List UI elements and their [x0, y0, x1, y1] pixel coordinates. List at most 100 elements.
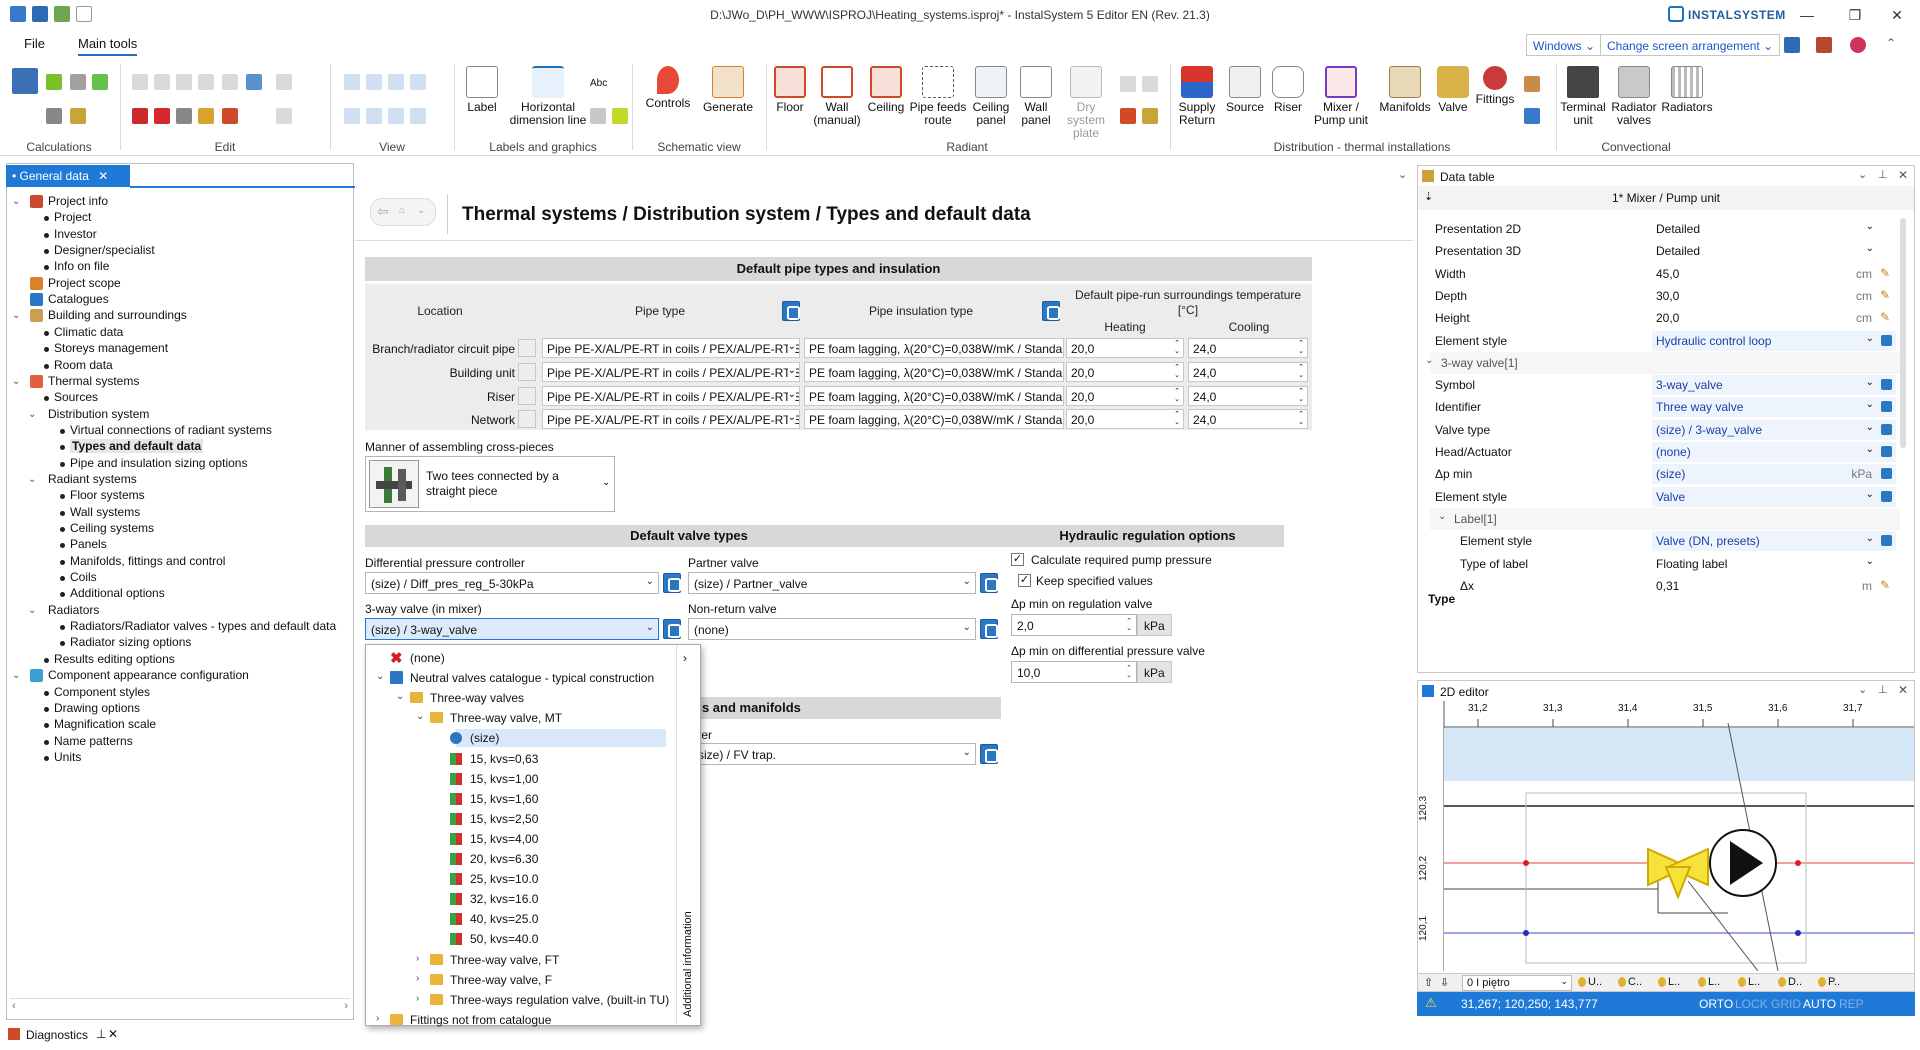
data-table-value-cell[interactable]: Detailed ⌄: [1652, 241, 1896, 261]
radiators-button[interactable]: Radiators: [1660, 66, 1714, 114]
tree-toggle-icon[interactable]: ›: [416, 953, 419, 964]
spinner-icon[interactable]: ⌃ ⌄: [1298, 340, 1304, 356]
zoom-next-icon[interactable]: [388, 108, 404, 124]
catalogue-icon[interactable]: [1881, 446, 1892, 457]
data-table-value-cell[interactable]: 3-way_valve ⌄: [1652, 375, 1896, 396]
tabs-dropdown-icon[interactable]: ⌄: [1398, 168, 1407, 181]
calc-table-icon[interactable]: [12, 68, 38, 94]
data-table-row[interactable]: Head/Actuator (none) ⌄: [1430, 441, 1900, 463]
floor-button[interactable]: Floor: [768, 66, 812, 114]
chevron-down-icon[interactable]: ⌄: [1866, 444, 1874, 455]
tree-toggle-icon[interactable]: ⌄: [12, 376, 20, 387]
data-table-value-cell[interactable]: 30,0 cm ✎: [1652, 286, 1896, 306]
home-icon[interactable]: ⌂: [399, 205, 405, 216]
popup-item[interactable]: Three-way valve, FT: [450, 953, 559, 967]
warning-icon[interactable]: ⚠: [1425, 995, 1437, 1011]
data-table-row[interactable]: Valve type (size) / 3-way_valve ⌄: [1430, 419, 1900, 441]
data-table-row[interactable]: ⌄ Label[1]: [1430, 507, 1900, 530]
tree-item[interactable]: Virtual connections of radiant systems: [70, 423, 272, 437]
tree-toggle-icon[interactable]: ⌄: [28, 409, 36, 420]
chevron-down-icon[interactable]: ⌄: [1866, 489, 1874, 500]
rotate-icon[interactable]: [176, 108, 192, 124]
catalogue-icon[interactable]: [1881, 334, 1892, 346]
diagnostics-pin-icon[interactable]: ⊥: [96, 1027, 106, 1041]
popup-item[interactable]: 15, kvs=1,60: [470, 792, 538, 806]
group-select-icon[interactable]: [276, 108, 292, 124]
minimize-button[interactable]: —: [1790, 4, 1824, 26]
tree-toggle-icon[interactable]: ⌄: [28, 474, 36, 485]
catalogue-icon[interactable]: [1881, 490, 1892, 502]
zoom-in-icon[interactable]: [344, 74, 360, 90]
tree-toggle-icon[interactable]: ›: [376, 1013, 379, 1024]
cut-icon[interactable]: [132, 108, 148, 124]
tree-item[interactable]: Coils: [70, 570, 97, 584]
dpc-select[interactable]: (size) / Diff_pres_reg_5-30kPa ⌄: [365, 572, 659, 594]
popup-item[interactable]: Three-way valve, F: [450, 973, 552, 987]
tree-item[interactable]: Manifolds, fittings and control: [70, 554, 225, 568]
tree-item[interactable]: Climatic data: [54, 325, 123, 339]
tree-item[interactable]: Radiators: [48, 603, 99, 617]
threeway-catalogue-icon[interactable]: [663, 619, 681, 639]
tree-item[interactable]: Investor: [54, 227, 97, 241]
grid-toggle[interactable]: GRID: [1771, 997, 1801, 1011]
panel-menu-icon[interactable]: ⌄: [1858, 168, 1867, 181]
tree-item[interactable]: Designer/specialist: [54, 243, 155, 257]
ceiling-panel-button[interactable]: Ceiling panel: [968, 66, 1014, 127]
pipe-feeds-button[interactable]: Pipe feeds route: [908, 66, 968, 127]
table-icon[interactable]: [590, 108, 606, 124]
filter-select[interactable]: (size) / FV trap. ⌄: [688, 743, 976, 765]
restore-button[interactable]: ❐: [1838, 4, 1872, 26]
storey-up-icon[interactable]: ⇧: [1424, 976, 1433, 989]
terminal-unit-button[interactable]: Terminal unit: [1558, 66, 1608, 127]
chevron-down-icon[interactable]: ⌄: [1866, 243, 1874, 254]
distribution-tool-a-icon[interactable]: [1524, 76, 1540, 92]
move-icon[interactable]: [222, 74, 238, 90]
popup-item[interactable]: Three-way valve, MT: [450, 711, 562, 725]
data-table-row[interactable]: Type of label Floating label ⌄: [1430, 553, 1900, 575]
data-table-row[interactable]: Symbol 3-way_valve ⌄: [1430, 374, 1900, 396]
partner-select[interactable]: (size) / Partner_valve ⌄: [688, 572, 976, 594]
editor-pin-icon[interactable]: ⊥: [1878, 683, 1888, 696]
editor-tool-item[interactable]: L..: [1748, 976, 1760, 988]
back-forward-buttons[interactable]: ⇦ ⌂ ⌄: [370, 198, 436, 226]
drawing-canvas[interactable]: [1418, 701, 1914, 971]
editor-tool-item[interactable]: U..: [1588, 976, 1602, 988]
delete-icon[interactable]: [154, 108, 170, 124]
data-table-value-cell[interactable]: Three way valve ⌄: [1652, 397, 1896, 418]
storey-down-icon[interactable]: ⇩: [1440, 976, 1449, 989]
pipe-type-select[interactable]: Pipe PE-X/AL/PE-RT in coils / PEX/AL/PE-…: [542, 409, 800, 430]
distribution-tool-b-icon[interactable]: [1524, 108, 1540, 124]
data-table-value-cell[interactable]: 20,0 cm ✎: [1652, 308, 1896, 328]
pipe-type-select[interactable]: Pipe PE-X/AL/PE-RT in coils / PEX/AL/PE-…: [542, 385, 800, 406]
catalogue-icon[interactable]: [1881, 468, 1892, 480]
generate-button[interactable]: Generate: [698, 66, 758, 114]
paste-icon[interactable]: [154, 74, 170, 90]
chevron-down-icon[interactable]: ⌄: [1866, 221, 1874, 232]
tree-toggle-icon[interactable]: ›: [416, 993, 419, 1004]
pan-icon[interactable]: [344, 108, 360, 124]
tree-item[interactable]: Radiator sizing options: [70, 635, 191, 649]
close-window-button[interactable]: ✕: [1880, 4, 1914, 26]
row-edit-icon[interactable]: [518, 410, 536, 429]
tree-toggle-icon[interactable]: ⌄: [28, 605, 36, 616]
dpc-catalogue-icon[interactable]: [663, 573, 681, 593]
data-table-value-cell[interactable]: (size) / 3-way_valve ⌄: [1652, 419, 1896, 440]
radiant-tool-b-icon[interactable]: [1142, 76, 1158, 92]
undo-icon[interactable]: [176, 74, 192, 90]
crosspieces-select[interactable]: Two tees connected by a straight piece ⌄: [365, 456, 615, 512]
close-tab-icon[interactable]: ✕: [98, 169, 108, 183]
arrangement-dropdown[interactable]: Change screen arrangement ⌄: [1600, 34, 1781, 56]
threeway-select[interactable]: (size) / 3-way_valve ⌄: [365, 618, 659, 640]
tree-item[interactable]: Info on file: [54, 259, 109, 273]
rep-toggle[interactable]: REP: [1839, 997, 1864, 1011]
edit-pencil-icon[interactable]: ✎: [1880, 266, 1890, 280]
tree-item[interactable]: Room data: [54, 358, 113, 372]
calc-d-icon[interactable]: [46, 108, 62, 124]
chevron-down-icon[interactable]: ⌄: [1866, 333, 1874, 344]
nonreturn-select[interactable]: (none) ⌄: [688, 618, 976, 640]
spinner-icon[interactable]: ⌃ ⌄: [1174, 411, 1180, 427]
chevron-down-icon[interactable]: ⌄: [1866, 399, 1874, 410]
popup-item[interactable]: 50, kvs=40.0: [470, 932, 538, 946]
heating-temp-input[interactable]: 20,0 ⌃ ⌄: [1066, 385, 1184, 406]
popup-item[interactable]: 32, kvs=16.0: [470, 892, 538, 906]
